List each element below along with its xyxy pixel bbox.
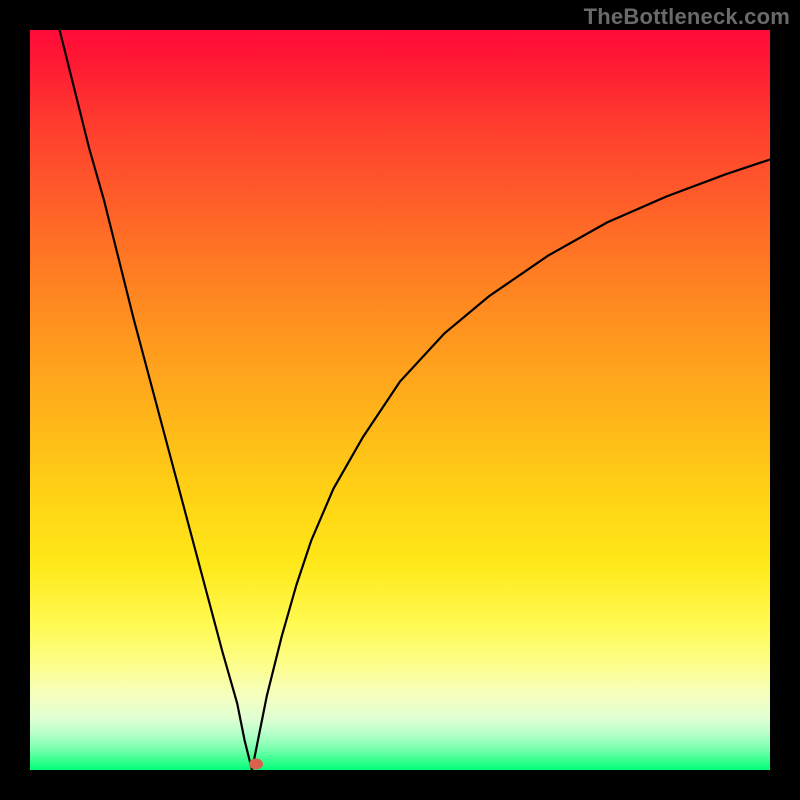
curve-right-branch: [252, 160, 770, 771]
plot-area: [30, 30, 770, 770]
curve-layer: [30, 30, 770, 770]
curve-left-branch: [60, 30, 252, 770]
minimum-marker-icon: [249, 759, 263, 770]
watermark-text: TheBottleneck.com: [584, 4, 790, 30]
outer-frame: TheBottleneck.com: [0, 0, 800, 800]
